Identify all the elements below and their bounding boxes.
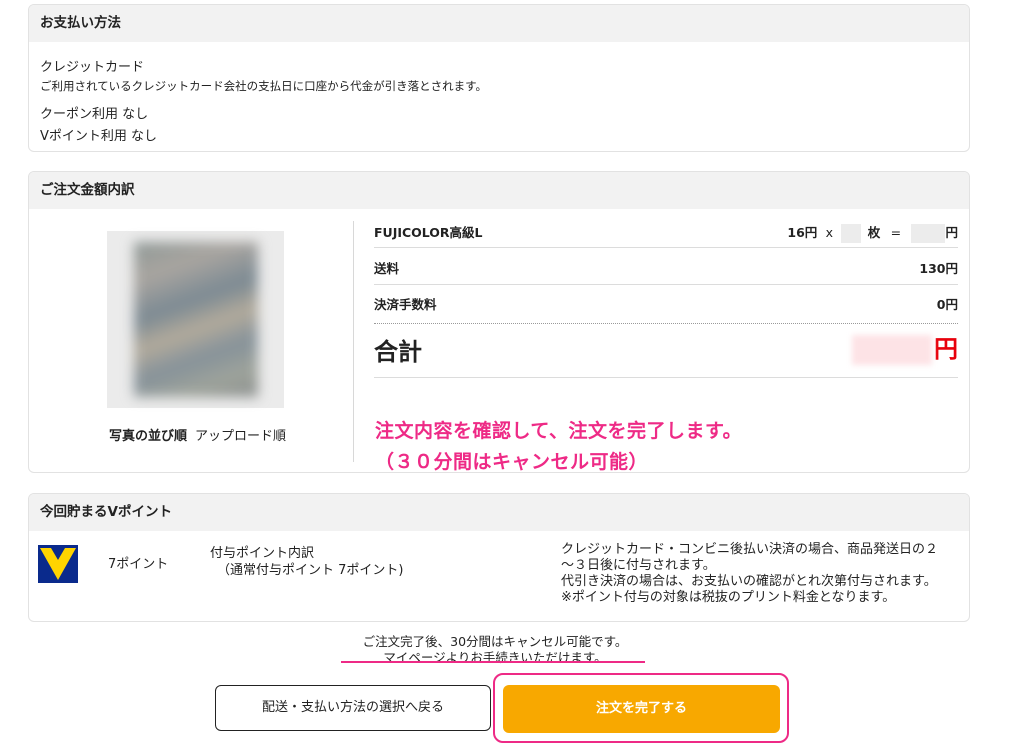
vpoint-header: 今回貯まるVポイント: [29, 494, 969, 531]
cancel-notice-line-2: マイページよりお手続きいただけます。: [383, 650, 607, 665]
vpoint-section: 今回貯まるVポイント 7ポイント 付与ポイント内訳 （通常付与ポイント 7ポイン…: [28, 493, 970, 622]
payment-method-value: クレジットカード: [40, 60, 145, 75]
photo-thumbnail: [107, 231, 284, 408]
order-breakdown-section: ご注文金額内訳 写真の並び順 アップロード順 FUJICOLOR高級L 16円 x…: [28, 171, 970, 473]
photo-order-label: 写真の並び順: [109, 429, 188, 444]
equals-sign: =: [890, 225, 902, 240]
vpoint-logo-icon: [38, 545, 78, 583]
subtotal-yen: 円: [945, 225, 958, 240]
vpoint-usage: Vポイント利用 なし: [40, 129, 158, 144]
total-divider: [374, 323, 958, 324]
row-divider: [374, 247, 958, 248]
row-divider: [374, 377, 958, 378]
vpoint-detail-value: （通常付与ポイント 7ポイント): [217, 563, 404, 578]
fee-value: 0円: [936, 297, 958, 312]
sheet-count-masked: [841, 224, 862, 243]
total-value: 円: [852, 329, 958, 365]
shipping-value: 130円: [919, 261, 958, 276]
annotation-line-1: 注文内容を確認して、注文を完了します。: [375, 420, 743, 442]
column-divider: [353, 221, 354, 462]
payment-method-section: お支払い方法 クレジットカード ご利用されているクレジットカード会社の支払日に口…: [28, 4, 970, 152]
photo-thumbnail-image: [134, 242, 258, 397]
vpoint-note-line-4: ※ポイント付与の対象は税抜のプリント料金となります。: [561, 590, 896, 605]
notice-highlight-underline: [341, 661, 645, 663]
shipping-label: 送料: [374, 261, 400, 276]
photo-order-value: アップロード順: [195, 429, 287, 444]
sheets-unit: 枚: [867, 225, 881, 240]
product-name: FUJICOLOR高級L: [374, 225, 483, 240]
order-breakdown-header: ご注文金額内訳: [29, 172, 969, 209]
photo-order: 写真の並び順 アップロード順: [109, 425, 286, 444]
total-amount-masked: [852, 335, 932, 365]
product-price: 16円 x 枚 = 円: [787, 222, 958, 243]
back-to-delivery-payment-button[interactable]: 配送・支払い方法の選択へ戻る: [215, 685, 491, 731]
payment-method-header: お支払い方法: [29, 5, 969, 42]
vpoint-note-line-1: クレジットカード・コンビニ後払い決済の場合、商品発送日の２: [561, 542, 939, 557]
row-divider: [374, 284, 958, 285]
instruction-annotation: 注文内容を確認して、注文を完了します。 （３０分間はキャンセル可能）: [375, 416, 743, 473]
total-label: 合計: [374, 338, 422, 366]
vpoint-amount: 7ポイント: [108, 557, 169, 572]
subtotal-masked: [911, 224, 946, 243]
times-sign: x: [825, 225, 834, 240]
vpoint-note-line-2: ～３日後に付与されます。: [561, 558, 716, 573]
annotation-line-2: （３０分間はキャンセル可能）: [375, 451, 649, 473]
total-yen: 円: [934, 335, 958, 363]
complete-order-button[interactable]: 注文を完了する: [503, 685, 780, 733]
payment-method-note: ご利用されているクレジットカード会社の支払日に口座から代金が引き落とされます。: [40, 79, 488, 93]
vpoint-note-line-3: 代引き決済の場合は、お支払いの確認がとれ次第付与されます。: [561, 574, 937, 589]
coupon-usage: クーポン利用 なし: [40, 107, 149, 122]
fee-label: 決済手数料: [374, 297, 437, 312]
unit-price: 16円: [787, 225, 818, 240]
vpoint-note: クレジットカード・コンビニ後払い決済の場合、商品発送日の２ ～３日後に付与されま…: [561, 542, 938, 606]
